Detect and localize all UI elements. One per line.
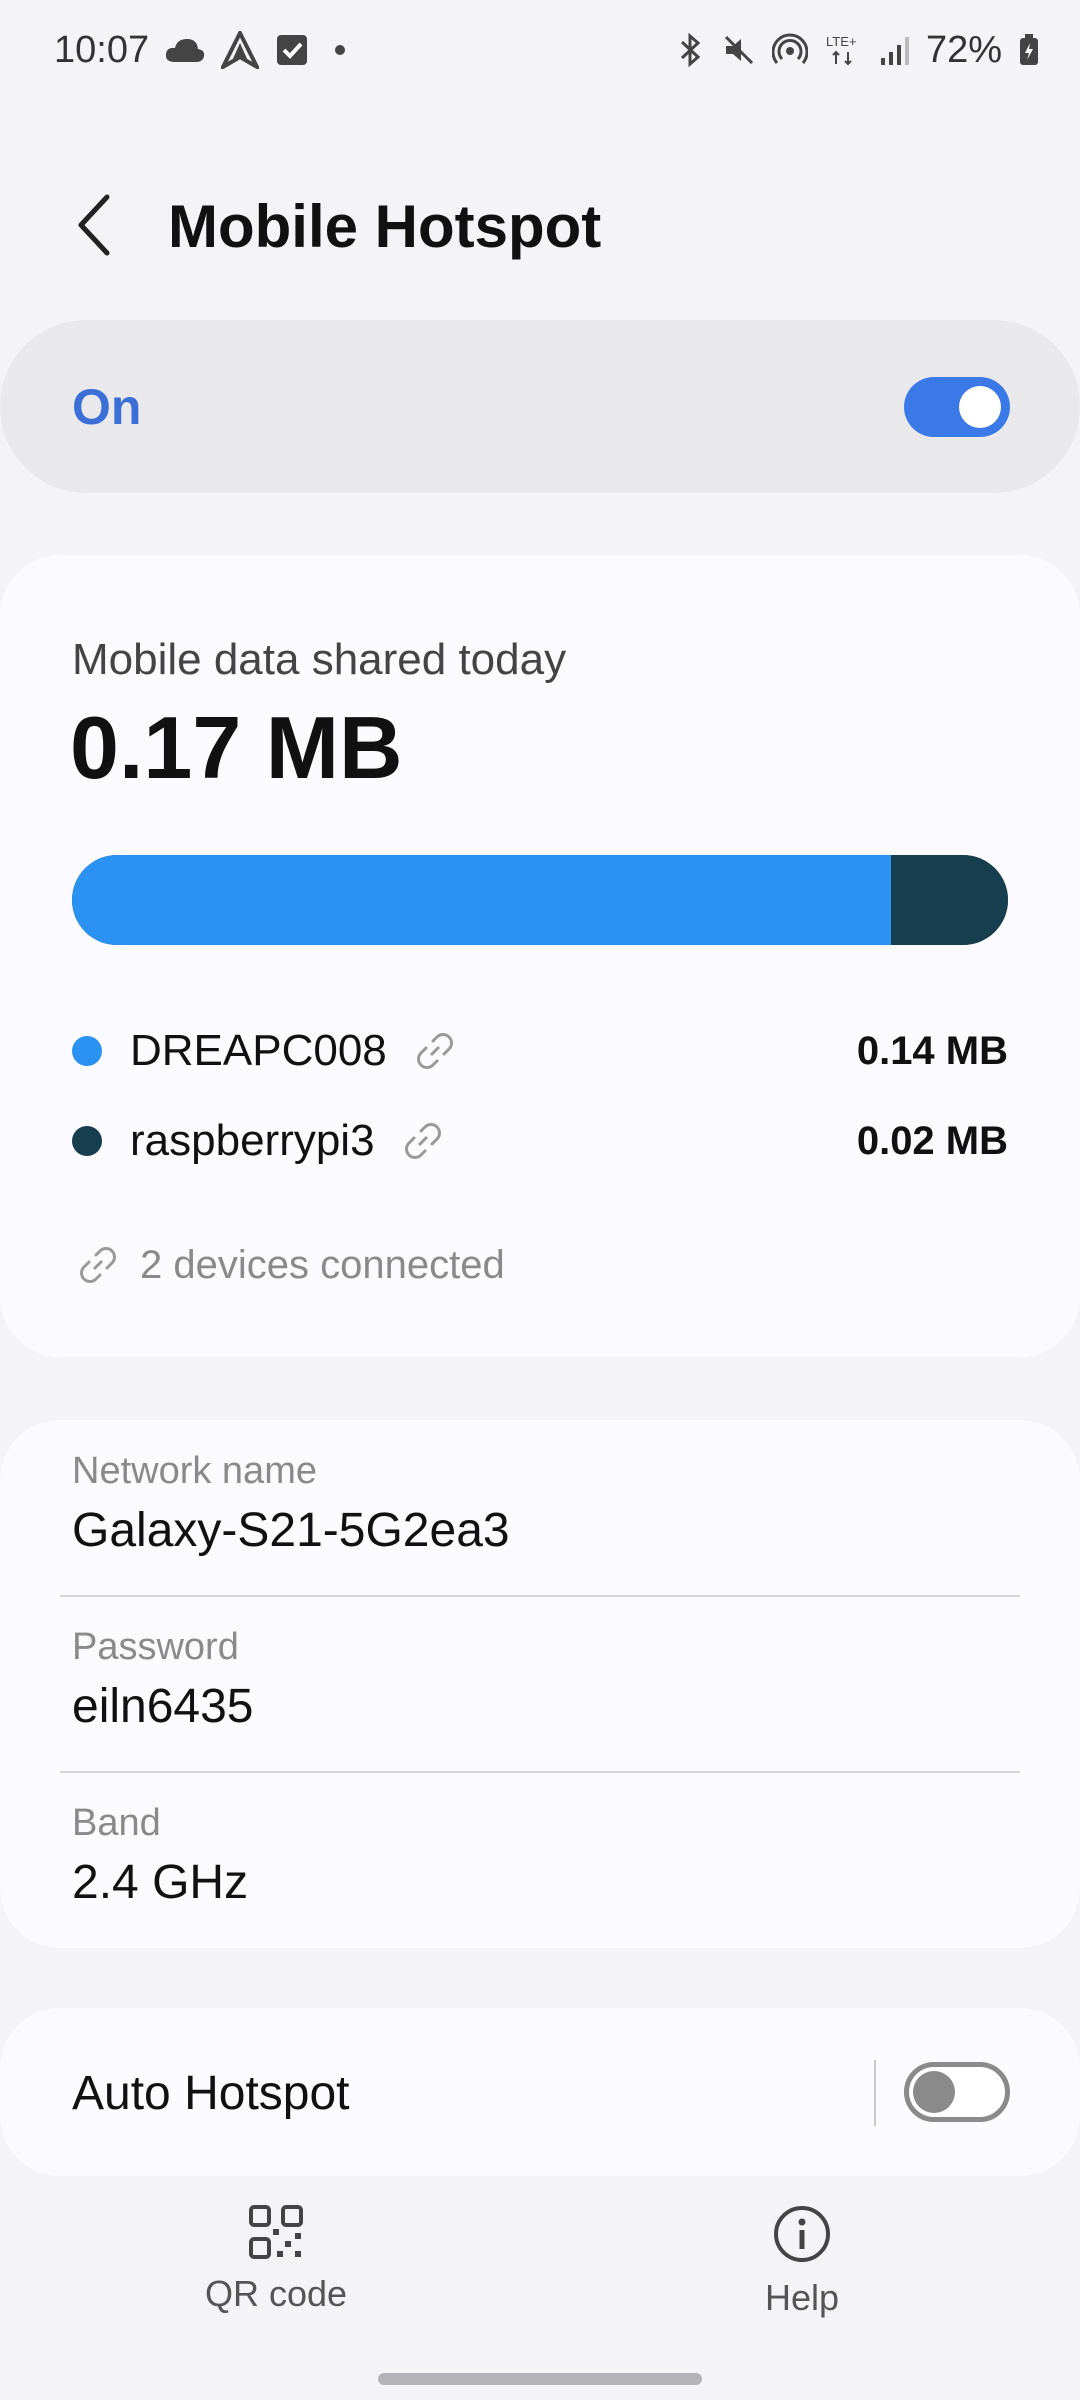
- hotspot-master-switch-row[interactable]: On: [0, 320, 1080, 493]
- mute-icon: [722, 33, 756, 67]
- lte-icon: LTE+: [824, 32, 864, 68]
- auto-hotspot-row[interactable]: Auto Hotspot: [0, 2008, 1080, 2176]
- chevron-left-icon: [78, 194, 110, 256]
- svg-text:LTE+: LTE+: [826, 34, 856, 49]
- qr-code-button[interactable]: QR code: [176, 2205, 376, 2315]
- signal-icon: [880, 34, 910, 66]
- usage-bar-segment-device-1: [72, 855, 891, 945]
- help-label: Help: [764, 2277, 840, 2318]
- home-indicator[interactable]: [378, 2373, 702, 2385]
- device-row: raspberrypi3 0.02 MB: [72, 1111, 1008, 1171]
- status-bar-right: LTE+ 72%: [676, 29, 1040, 72]
- network-name-field[interactable]: Network name Galaxy-S21-5G2ea3: [72, 1450, 1008, 1558]
- notification-dot-icon: [325, 35, 355, 65]
- device-usage: 0.14 MB: [856, 1028, 1008, 1073]
- toggle-knob: [959, 386, 1001, 428]
- usage-bar-segment-device-2: [891, 855, 1008, 945]
- data-usage-card: Mobile data shared today 0.17 MB DREAPC0…: [0, 555, 1080, 1357]
- field-value: eiln6435: [72, 1680, 254, 1733]
- device-usage: 0.02 MB: [856, 1118, 1008, 1163]
- info-icon: [774, 2206, 830, 2262]
- password-field[interactable]: Password eiln6435: [72, 1626, 1008, 1734]
- device-color-dot: [72, 1126, 102, 1156]
- field-value: 2.4 GHz: [72, 1856, 249, 1909]
- usage-total: 0.17 MB: [70, 698, 403, 797]
- toggle-knob: [913, 2071, 955, 2113]
- usage-bar: [72, 855, 1008, 945]
- usage-title: Mobile data shared today: [72, 635, 567, 684]
- status-time: 10:07: [54, 28, 150, 71]
- help-button[interactable]: Help: [702, 2205, 902, 2319]
- app-header: Mobile Hotspot: [0, 170, 1080, 280]
- device-name: DREAPC008: [130, 1026, 387, 1075]
- checkbox-app-icon: [275, 33, 309, 67]
- hotspot-icon: [771, 33, 808, 67]
- device-color-dot: [72, 1036, 102, 1066]
- device-row: DREAPC008 0.14 MB: [72, 1021, 1008, 1081]
- divider: [60, 1771, 1020, 1773]
- divider: [60, 1595, 1020, 1597]
- page-title: Mobile Hotspot: [168, 193, 602, 260]
- status-bar: 10:07 LTE+ 72%: [0, 0, 1080, 100]
- master-switch-label: On: [72, 379, 142, 435]
- master-toggle[interactable]: [904, 377, 1010, 437]
- bluetooth-icon: [676, 33, 706, 67]
- field-label: Password: [72, 1626, 239, 1668]
- qr-code-label: QR code: [204, 2273, 348, 2314]
- cloud-icon: [165, 36, 205, 64]
- navigation-app-icon: [221, 31, 260, 69]
- field-label: Network name: [72, 1450, 317, 1492]
- link-icon[interactable]: [401, 1119, 445, 1163]
- connected-devices-link[interactable]: 2 devices connected: [76, 1235, 505, 1295]
- field-label: Band: [72, 1802, 161, 1844]
- band-field[interactable]: Band 2.4 GHz: [72, 1802, 1008, 1910]
- battery-icon: [1018, 33, 1040, 67]
- device-name: raspberrypi3: [130, 1116, 375, 1165]
- link-icon: [76, 1243, 120, 1287]
- qr-code-icon: [249, 2205, 303, 2259]
- back-button[interactable]: [60, 190, 130, 260]
- auto-hotspot-label: Auto Hotspot: [72, 2067, 350, 2120]
- divider: [874, 2060, 876, 2126]
- connected-devices-text: 2 devices connected: [140, 1242, 505, 1287]
- field-value: Galaxy-S21-5G2ea3: [72, 1504, 510, 1557]
- auto-hotspot-toggle[interactable]: [904, 2062, 1010, 2122]
- battery-percent: 72%: [925, 28, 1002, 71]
- status-bar-left: 10:07: [54, 29, 355, 72]
- network-settings-card: Network name Galaxy-S21-5G2ea3 Password …: [0, 1420, 1080, 1948]
- link-icon[interactable]: [413, 1029, 457, 1073]
